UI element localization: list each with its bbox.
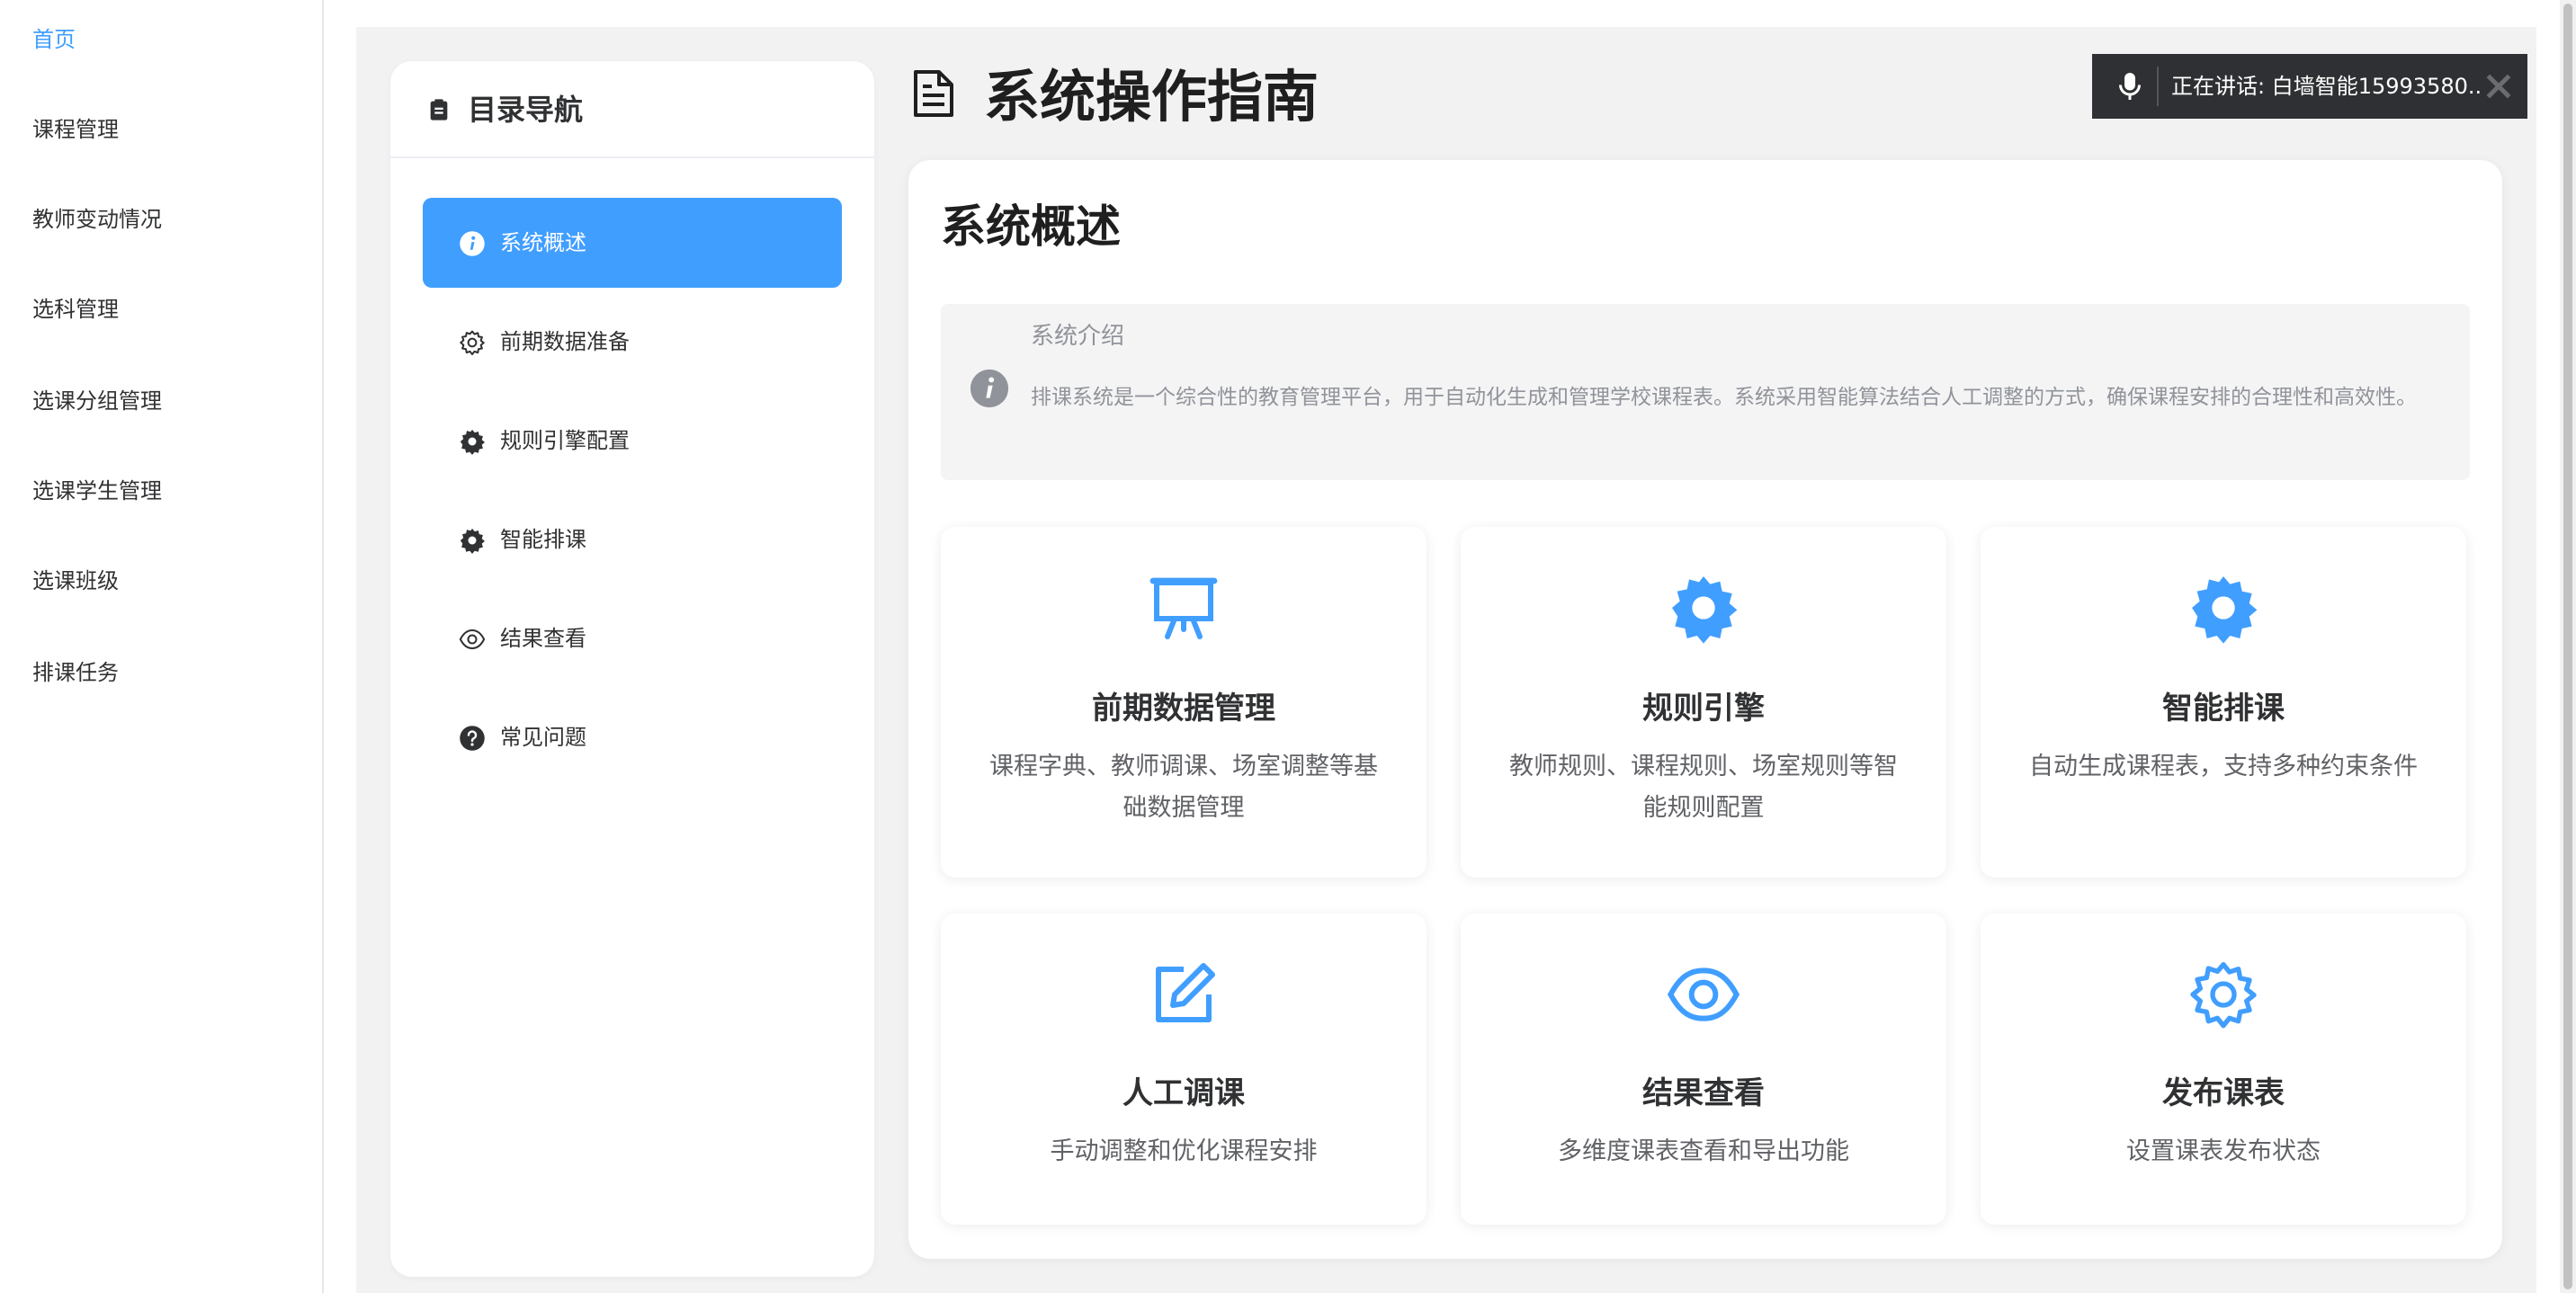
feature-desc: 自动生成课程表，支持多种约束条件 <box>2029 753 2418 780</box>
overview-card: 系统概述 系统介绍 排课系统是一个综合性的教育管理平台，用于自动化生成和管理学校… <box>908 160 2502 1259</box>
speaking-indicator: 正在讲话: 白墙智能15993580.. <box>2092 54 2527 119</box>
gear-icon <box>1672 576 1738 644</box>
nav-item-label: 规则引擎配置 <box>500 428 630 453</box>
gear-icon <box>460 528 485 554</box>
nav-item-label: 结果查看 <box>500 626 586 651</box>
feature-title: 前期数据管理 <box>1092 691 1275 727</box>
page-scrollbar[interactable] <box>2560 0 2576 1293</box>
nav-item-label: 前期数据准备 <box>500 329 630 354</box>
feature-card-publish-schedule[interactable]: 发布课表 设置课表发布状态 <box>1981 914 2466 1225</box>
system-intro-desc: 排课系统是一个综合性的教育管理平台，用于自动化生成和管理学校课程表。系统采用智能… <box>1031 386 2417 409</box>
system-intro-title: 系统介绍 <box>1031 323 1125 350</box>
gear-icon <box>460 429 485 455</box>
feature-title: 智能排课 <box>2162 691 2285 727</box>
gear-outline-icon <box>2190 962 2257 1029</box>
scrollbar-thumb[interactable] <box>2563 4 2572 1289</box>
nav-item-label: 系统概述 <box>500 230 586 255</box>
menu-item-course-management[interactable]: 课程管理 <box>32 115 119 144</box>
main-sidebar: 首页 课程管理 教师变动情况 选科管理 选课分组管理 选课学生管理 选课班级 排… <box>0 0 324 1293</box>
speaking-divider <box>2157 67 2159 106</box>
eye-icon <box>1668 968 1740 1021</box>
eye-icon <box>459 629 486 650</box>
microphone-icon <box>2119 73 2141 100</box>
nav-item-data-preparation[interactable]: 前期数据准备 <box>423 297 842 387</box>
nav-item-label: 智能排课 <box>500 527 586 552</box>
feature-title: 结果查看 <box>1642 1075 1765 1111</box>
menu-item-scheduling-tasks[interactable]: 排课任务 <box>32 658 119 687</box>
info-icon <box>460 231 485 256</box>
section-title: 系统概述 <box>941 201 1121 253</box>
feature-card-smart-scheduling[interactable]: 智能排课 自动生成课程表，支持多种约束条件 <box>1981 527 2466 878</box>
menu-item-home[interactable]: 首页 <box>32 25 76 54</box>
close-icon[interactable] <box>2481 68 2517 104</box>
nav-item-label: 常见问题 <box>500 725 586 750</box>
nav-item-smart-scheduling[interactable]: 智能排课 <box>423 495 842 584</box>
feature-title: 规则引擎 <box>1642 691 1765 727</box>
menu-item-course-students[interactable]: 选课学生管理 <box>32 477 162 505</box>
menu-item-teacher-changes[interactable]: 教师变动情况 <box>32 205 162 234</box>
edit-icon <box>1156 963 1215 1022</box>
feature-desc: 教师规则、课程规则、场室规则等智能规则配置 <box>1509 753 1898 822</box>
presentation-icon <box>1149 577 1218 639</box>
system-intro-alert: 系统介绍 排课系统是一个综合性的教育管理平台，用于自动化生成和管理学校课程表。系… <box>941 304 2470 480</box>
feature-title: 发布课表 <box>2162 1075 2285 1111</box>
feature-desc: 多维度课表查看和导出功能 <box>1558 1137 1849 1165</box>
gear-outline-icon <box>460 330 485 355</box>
directory-nav-header: 目录导航 <box>390 61 874 158</box>
gear-icon <box>2192 576 2258 644</box>
feature-title: 人工调课 <box>1123 1075 1245 1111</box>
nav-item-results-view[interactable]: 结果查看 <box>423 593 842 683</box>
info-icon <box>970 369 1009 408</box>
menu-item-subject-selection[interactable]: 选科管理 <box>32 295 119 324</box>
menu-item-course-classes[interactable]: 选课班级 <box>32 566 119 595</box>
menu-item-course-grouping[interactable]: 选课分组管理 <box>32 387 162 415</box>
feature-desc: 课程字典、教师调课、场室调整等基础数据管理 <box>989 753 1378 822</box>
clipboard-icon <box>430 99 448 120</box>
feature-desc: 设置课表发布状态 <box>2126 1137 2321 1165</box>
directory-nav: 目录导航 系统概述 前期数据准备 规则引擎配置 智能排课 结果查看 常见问题 <box>390 61 874 1277</box>
directory-nav-title: 目录导航 <box>468 93 584 127</box>
nav-item-faq[interactable]: 常见问题 <box>423 692 842 782</box>
nav-item-rule-engine[interactable]: 规则引擎配置 <box>423 396 842 486</box>
feature-card-results-view[interactable]: 结果查看 多维度课表查看和导出功能 <box>1461 914 1946 1225</box>
nav-item-system-overview[interactable]: 系统概述 <box>423 198 842 288</box>
feature-card-rule-engine[interactable]: 规则引擎 教师规则、课程规则、场室规则等智能规则配置 <box>1461 527 1946 878</box>
speaking-text: 正在讲话: 白墙智能15993580.. <box>2171 74 2482 99</box>
feature-desc: 手动调整和优化课程安排 <box>1050 1137 1318 1165</box>
feature-card-data-management[interactable]: 前期数据管理 课程字典、教师调课、场室调整等基础数据管理 <box>941 527 1427 878</box>
document-icon <box>914 70 953 117</box>
question-icon <box>460 726 485 751</box>
feature-card-manual-adjust[interactable]: 人工调课 手动调整和优化课程安排 <box>941 914 1427 1225</box>
page-title: 系统操作指南 <box>984 64 1319 129</box>
